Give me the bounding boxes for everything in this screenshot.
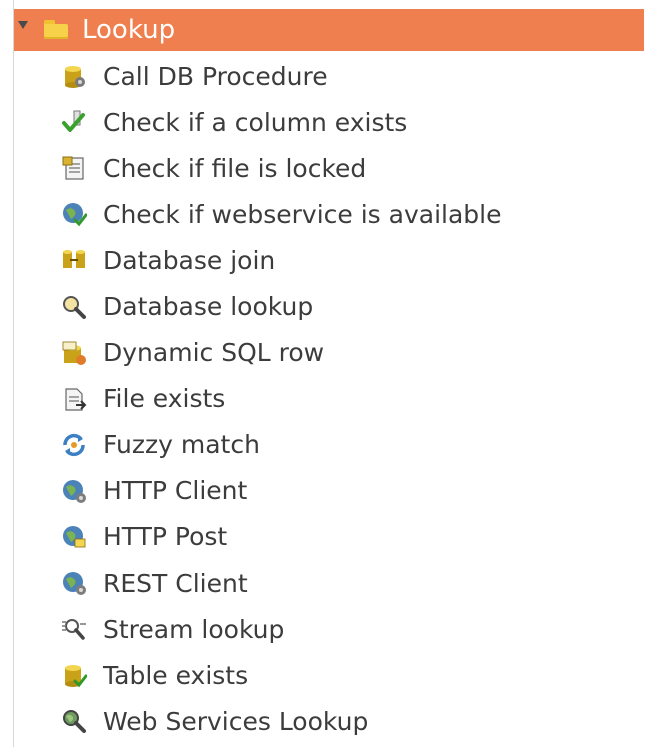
tree-item-label: Stream lookup <box>103 614 285 644</box>
http-client-icon <box>60 477 88 505</box>
tree-item-label: Check if file is locked <box>103 153 367 183</box>
file-exists-icon <box>60 385 88 413</box>
tree-item-label: Database join <box>103 245 276 275</box>
database-procedure-icon <box>60 62 88 90</box>
http-post-icon <box>60 523 88 551</box>
check-column-icon <box>60 108 88 136</box>
tree-item-label: Check if a column exists <box>103 107 408 137</box>
table-exists-icon <box>60 661 88 689</box>
tree-item-label: Call DB Procedure <box>103 61 328 91</box>
stream-lookup-icon <box>60 615 88 643</box>
tree-item-rest-client[interactable]: REST Client <box>60 560 640 606</box>
tree-item-file-exists[interactable]: File exists <box>60 376 640 422</box>
tree-item-database-lookup[interactable]: Database lookup <box>60 283 640 329</box>
tree-item-database-join[interactable]: Database join <box>60 237 640 283</box>
database-lookup-icon <box>60 293 88 321</box>
tree-item-label: Check if webservice is available <box>103 199 502 229</box>
tree-border <box>13 0 14 747</box>
tree-item-http-client[interactable]: HTTP Client <box>60 468 640 514</box>
tree-item-label: HTTP Post <box>103 522 228 552</box>
tree-item-label: Fuzzy match <box>103 430 260 460</box>
tree-item-label: HTTP Client <box>103 476 248 506</box>
tree-item-label: REST Client <box>103 568 248 598</box>
webservice-check-icon <box>60 200 88 228</box>
tree-item-check-column-exists[interactable]: Check if a column exists <box>60 99 640 145</box>
rest-client-icon <box>60 569 88 597</box>
tree-item-label: Database lookup <box>103 292 314 322</box>
tree-item-check-file-locked[interactable]: Check if file is locked <box>60 145 640 191</box>
tree-item-web-services-lookup[interactable]: Web Services Lookup <box>60 698 640 744</box>
expand-arrow-icon[interactable] <box>18 21 28 29</box>
database-join-icon <box>60 246 88 274</box>
tree-item-fuzzy-match[interactable]: Fuzzy match <box>60 422 640 468</box>
file-locked-icon <box>60 154 88 182</box>
folder-icon <box>43 20 69 40</box>
tree-item-label: Web Services Lookup <box>103 706 369 736</box>
web-services-lookup-icon <box>60 707 88 735</box>
step-tree: Lookup Call DB Procedure Check if a colu… <box>0 0 645 747</box>
tree-item-call-db-procedure[interactable]: Call DB Procedure <box>60 53 640 99</box>
tree-item-table-exists[interactable]: Table exists <box>60 652 640 698</box>
tree-item-label: Table exists <box>103 660 249 690</box>
category-lookup[interactable]: Lookup <box>14 9 644 51</box>
tree-item-dynamic-sql-row[interactable]: Dynamic SQL row <box>60 330 640 376</box>
lookup-step-list: Call DB Procedure Check if a column exis… <box>60 53 640 744</box>
fuzzy-match-icon <box>60 431 88 459</box>
tree-item-label: Dynamic SQL row <box>103 338 325 368</box>
tree-item-check-webservice[interactable]: Check if webservice is available <box>60 191 640 237</box>
tree-item-stream-lookup[interactable]: Stream lookup <box>60 606 640 652</box>
tree-item-http-post[interactable]: HTTP Post <box>60 514 640 560</box>
tree-item-label: File exists <box>103 384 226 414</box>
dynamic-sql-icon <box>60 339 88 367</box>
category-label: Lookup <box>82 15 176 45</box>
